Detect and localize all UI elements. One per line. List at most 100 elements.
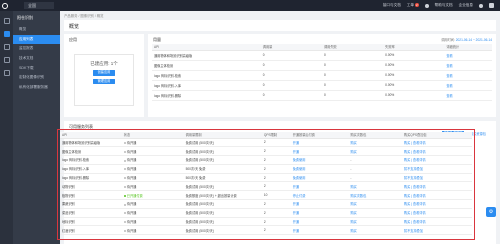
cell-buy-count-action[interactable]: 购买 bbox=[348, 199, 402, 209]
view-stats-link[interactable]: 查看 bbox=[444, 80, 492, 91]
status-label: 待开通 bbox=[126, 202, 137, 207]
table-cell: 0.00% bbox=[383, 80, 445, 91]
cell-buy-count-action[interactable]: 购买 bbox=[348, 138, 402, 148]
table-row: logo 商标识别-入库 待开通 500次/天 免费 2 免费使用 - 暂不支持叠加 bbox=[60, 164, 472, 174]
avatar[interactable] bbox=[489, 3, 494, 8]
cell-postpaid-action[interactable]: 开通 bbox=[290, 138, 349, 148]
table-cell: 图像主体检测 bbox=[152, 60, 261, 71]
settings-icon[interactable] bbox=[3, 70, 10, 76]
table-row: 果蔬识别 待开通 免费试用 (500次/天) 2 开通 购买 购买 | 查看详情 bbox=[60, 199, 472, 209]
app-card: 应用 已建应用: 1个 创建应用 管理应用 bbox=[64, 34, 144, 117]
product-rail bbox=[0, 11, 13, 244]
create-app-button[interactable]: 创建应用 bbox=[93, 70, 115, 76]
sidebar-item-app-list[interactable]: 应用列表 bbox=[13, 34, 60, 45]
cell-buy-qps-action[interactable]: 购买 | 查看详情 bbox=[401, 138, 472, 148]
cell-api-name: 菜品识别 bbox=[60, 208, 122, 218]
view-stats-link[interactable]: 查看 bbox=[444, 90, 492, 101]
image-recognition-icon[interactable] bbox=[3, 31, 10, 37]
table-cell: 0.00% bbox=[383, 60, 445, 71]
cell-qps: 2 bbox=[261, 208, 291, 218]
date-range[interactable]: 调用时间: 2021-06-14 ~ 2021-06-14 bbox=[441, 37, 492, 42]
sidebar-item-docs[interactable]: 技术文档 bbox=[13, 54, 60, 64]
cell-postpaid-action[interactable]: 开通 bbox=[290, 181, 349, 192]
cell-buy-qps-action[interactable]: 购买 | 查看详情 bbox=[401, 155, 472, 165]
table-row: 图像主体检测 待开通 免费试用 (500次/天) 2 开通 购买 购买 | 查看详情 bbox=[60, 146, 472, 157]
cell-quota: 500次/天 免费 bbox=[183, 173, 262, 183]
table-row: logo 商标识别-删除 0 0 0.00% 查看 bbox=[152, 90, 492, 101]
cell-status: 待开通 bbox=[121, 155, 184, 165]
cell-postpaid-action[interactable]: 开通 bbox=[290, 208, 349, 218]
table-row: logo 商标识别-检索 0 0 0.00% 查看 bbox=[152, 70, 492, 81]
cell-buy-qps-action[interactable]: 购买 | 查看详情 bbox=[401, 181, 472, 192]
cell-buy-qps-action[interactable]: 暂不支持叠加 bbox=[401, 225, 472, 236]
cell-status: 待开通 bbox=[121, 138, 184, 148]
table-cell: 0 bbox=[260, 80, 322, 91]
sidebar-item-custom[interactable]: 定制化图像识别 bbox=[13, 73, 60, 83]
logo[interactable] bbox=[0, 1, 10, 11]
message-icon[interactable] bbox=[479, 3, 483, 8]
sidebar-item-sdk[interactable]: SDK下载 bbox=[13, 63, 60, 73]
cell-status: 待开通 bbox=[121, 173, 184, 183]
cell-api-name: 果蔬识别 bbox=[60, 199, 122, 209]
cell-buy-count-action[interactable]: 购买 bbox=[348, 217, 402, 227]
cell-quota: 500次/天 免费 bbox=[183, 164, 262, 174]
list-icon[interactable] bbox=[3, 57, 10, 63]
cell-postpaid-action[interactable]: 免费使用 bbox=[290, 173, 349, 183]
cell-buy-count-action[interactable]: 购买 bbox=[348, 146, 402, 157]
cell-postpaid-action[interactable]: 停止付费 bbox=[290, 190, 349, 201]
table-cell: 0.00% bbox=[383, 50, 445, 61]
cell-buy-qps-action[interactable]: 购买 | 查看详情 bbox=[401, 199, 472, 209]
cell-postpaid-action[interactable]: 开通 bbox=[290, 225, 349, 236]
cell-postpaid-action[interactable]: 免费使用 bbox=[290, 164, 349, 174]
cell-buy-count-action[interactable]: 购买 bbox=[348, 225, 402, 236]
sidebar-item-monitor[interactable]: 监控报表 bbox=[13, 44, 60, 54]
cell-api-name: 通用物体和场景识别高级版 bbox=[60, 138, 122, 148]
cell-buy-count-action[interactable]: 购买 bbox=[348, 181, 402, 192]
cell-qps: 2 bbox=[261, 146, 291, 157]
status-label: 待开通 bbox=[126, 167, 137, 172]
status-dot-icon bbox=[123, 221, 126, 224]
bell-icon[interactable] bbox=[424, 3, 429, 8]
sidebar-item-private[interactable]: 私有化部署服务器 bbox=[13, 83, 60, 93]
dashboard-icon[interactable] bbox=[3, 44, 10, 50]
cell-quota: 免费试用 (500次/天) bbox=[183, 138, 262, 148]
top-nav-docs[interactable]: 接口与文档 bbox=[383, 3, 401, 8]
help-float-button[interactable]: ⚙ bbox=[486, 207, 496, 217]
cell-buy-qps-action[interactable]: 暂不支持叠加 bbox=[401, 164, 472, 174]
cell-buy-qps-action[interactable]: 购买 | 查看详情 bbox=[401, 146, 472, 157]
cell-postpaid-action[interactable]: 开通 bbox=[290, 217, 349, 227]
cell-buy-qps-action[interactable]: 购买 | 查看详情 bbox=[401, 217, 472, 227]
region-selector[interactable]: 全国 bbox=[24, 2, 54, 9]
status-label: 待开通 bbox=[126, 184, 137, 189]
cell-status: 待开通 bbox=[121, 146, 184, 157]
status-label: 待开通 bbox=[126, 220, 137, 225]
view-stats-link[interactable]: 查看 bbox=[444, 70, 492, 81]
table-cell: 0 bbox=[260, 70, 322, 81]
cell-postpaid-action[interactable]: 免费使用 bbox=[290, 155, 349, 165]
status-dot-icon bbox=[123, 212, 126, 215]
cell-buy-count-action[interactable]: 购买次数包 bbox=[348, 190, 402, 201]
table-row: 菜品识别 待开通 免费试用 (500次/天) 2 开通 购买 购买 | 查看详情 bbox=[60, 208, 472, 218]
cell-buy-qps-action[interactable]: 购买 | 查看详情 bbox=[401, 190, 472, 201]
grid-icon[interactable] bbox=[3, 18, 10, 24]
page-title: 概览 bbox=[64, 20, 496, 31]
table-cell: 0.00% bbox=[383, 90, 445, 101]
cell-qps: 2 bbox=[261, 217, 291, 227]
view-stats-link[interactable]: 查看 bbox=[444, 50, 492, 61]
top-nav-help[interactable]: 帮助与文档 bbox=[435, 3, 453, 8]
top-nav-ticket[interactable]: 工单 2 bbox=[407, 3, 419, 8]
cell-postpaid-action[interactable]: 开通 bbox=[290, 199, 349, 209]
cell-postpaid-action[interactable]: 开通 bbox=[290, 146, 349, 157]
view-stats-link[interactable]: 查看 bbox=[444, 60, 492, 71]
status-dot-icon bbox=[123, 150, 126, 153]
table-row: 动物识别 待开通 免费试用 (500次/天) 2 开通 购买 购买 | 查看详情 bbox=[60, 181, 472, 192]
manage-app-button[interactable]: 管理应用 bbox=[93, 78, 115, 84]
table-cell: 0.00% bbox=[383, 70, 445, 81]
status-dot-icon bbox=[123, 194, 126, 197]
sidebar-item-overview[interactable]: 概览 bbox=[13, 25, 60, 35]
cell-buy-count-action[interactable]: 购买 bbox=[348, 208, 402, 218]
cell-buy-qps-action[interactable]: 购买 | 查看详情 bbox=[401, 208, 472, 218]
cell-buy-qps-action[interactable]: 暂不支持叠加 bbox=[401, 173, 472, 183]
status-label: 待开通 bbox=[126, 149, 137, 154]
top-nav-enterprise[interactable]: 企业信息 bbox=[459, 3, 473, 8]
